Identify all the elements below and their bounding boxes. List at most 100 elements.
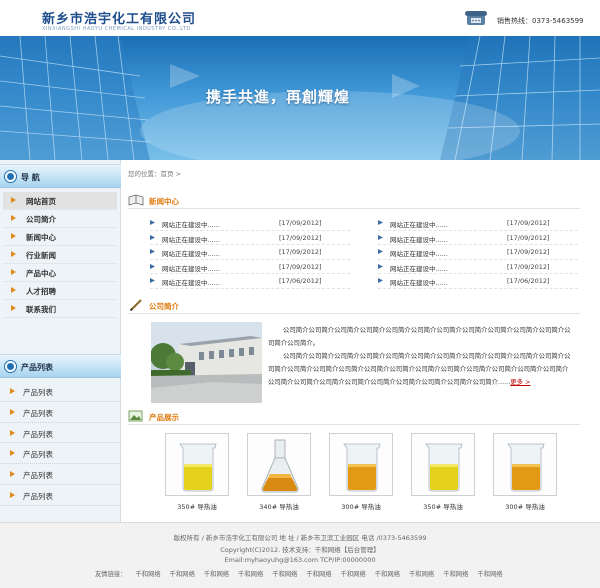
small-arrow-icon bbox=[378, 278, 383, 284]
small-arrow-icon bbox=[378, 249, 383, 255]
friend-link[interactable]: 千和网络 bbox=[306, 571, 331, 578]
product-list-label: 产品列表 bbox=[23, 491, 53, 501]
news-item[interactable]: 网站正在建设中...... [17/09/2012] bbox=[378, 260, 578, 275]
product-card[interactable]: 340# 导热油 bbox=[247, 433, 311, 511]
friend-link[interactable]: 千和网络 bbox=[238, 571, 263, 578]
company-logo-name[interactable]: 新乡市浩宇化工有限公司 bbox=[42, 8, 196, 27]
sidebar-item-products[interactable]: 产品中心 bbox=[3, 264, 117, 282]
product-list-label: 产品列表 bbox=[23, 388, 53, 397]
arrow-right-icon bbox=[11, 287, 16, 293]
small-arrow-icon bbox=[150, 220, 155, 225]
sales-hotline: 销售热线：0373-5463599 bbox=[497, 17, 584, 25]
picture-icon bbox=[128, 410, 143, 422]
about-section-title[interactable]: 公司简介 bbox=[149, 301, 179, 312]
products-section-title[interactable]: 产品展示 bbox=[149, 412, 179, 423]
product-card[interactable]: 350# 导热油 bbox=[165, 433, 229, 511]
friend-link[interactable]: 千和网络 bbox=[170, 571, 195, 578]
arrow-right-icon bbox=[10, 408, 15, 415]
news-section-title[interactable]: 新闻中心 bbox=[149, 196, 179, 207]
product-image-flask[interactable] bbox=[247, 433, 311, 496]
small-arrow-icon bbox=[150, 249, 155, 255]
news-title: 网站正在建设中...... bbox=[162, 279, 220, 288]
product-list-item[interactable]: 产品列表 bbox=[0, 485, 121, 506]
more-link[interactable]: 更多 > bbox=[510, 378, 530, 386]
product-section-header: 产品列表 bbox=[0, 354, 121, 378]
news-date: [17/09/2012] bbox=[279, 262, 322, 271]
product-section-title: 产品列表 bbox=[21, 363, 53, 372]
news-date: [17/09/2012] bbox=[279, 219, 322, 227]
product-list-label: 产品列表 bbox=[23, 429, 53, 439]
sidebar-item-news[interactable]: 新闻中心 bbox=[3, 228, 117, 246]
product-list-label: 产品列表 bbox=[23, 450, 53, 460]
product-image-beaker[interactable] bbox=[165, 433, 229, 496]
products-section-header: 产品展示 bbox=[128, 409, 580, 425]
friend-link[interactable]: 千和网络 bbox=[135, 571, 160, 578]
footer-tech-support[interactable]: Copyright(C)2012. 技术支持：千和网络【后台管理】 bbox=[0, 544, 600, 554]
friend-link[interactable]: 千和网络 bbox=[443, 571, 468, 578]
product-name[interactable]: 340# 导热油 bbox=[247, 501, 311, 511]
friend-link[interactable]: 千和网络 bbox=[341, 571, 366, 578]
product-card[interactable]: 300# 导热油 bbox=[493, 433, 557, 511]
news-title: 网站正在建设中...... bbox=[162, 235, 220, 244]
product-list-item[interactable]: 产品列表 bbox=[0, 464, 121, 485]
arrow-right-icon bbox=[11, 233, 16, 239]
nav-section-title: 导 航 bbox=[21, 173, 40, 182]
sidebar-item-careers[interactable]: 人才招聘 bbox=[3, 282, 117, 300]
breadcrumb[interactable]: 您的位置：首页 > bbox=[128, 168, 181, 178]
product-image-beaker[interactable] bbox=[411, 433, 475, 496]
pen-icon bbox=[130, 299, 142, 311]
news-item[interactable]: 网站正在建设中...... [17/09/2012] bbox=[150, 231, 350, 246]
news-item[interactable]: 网站正在建设中...... [17/06/2012] bbox=[150, 274, 350, 289]
news-item[interactable]: 网站正在建设中...... [17/09/2012] bbox=[150, 216, 350, 231]
sidebar-item-about[interactable]: 公司简介 bbox=[3, 210, 117, 228]
nav-label: 行业新闻 bbox=[26, 251, 56, 260]
arrow-right-icon bbox=[11, 197, 16, 203]
product-image-beaker[interactable] bbox=[493, 433, 557, 496]
product-name[interactable]: 350# 导热油 bbox=[165, 501, 229, 511]
circle-bullet-icon bbox=[5, 171, 16, 182]
small-arrow-icon bbox=[378, 220, 383, 225]
friend-link[interactable]: 千和网络 bbox=[409, 571, 434, 578]
product-card[interactable]: 350# 导热油 bbox=[411, 433, 475, 511]
friend-links-label: 友情链接： bbox=[95, 571, 127, 578]
friend-link[interactable]: 千和网络 bbox=[204, 571, 229, 578]
nav-section-header: 导 航 bbox=[0, 164, 121, 188]
friend-link[interactable]: 千和网络 bbox=[375, 571, 400, 578]
small-arrow-icon bbox=[378, 234, 383, 240]
product-list-item[interactable]: 产品列表 bbox=[0, 423, 121, 444]
product-name[interactable]: 300# 导热油 bbox=[493, 501, 557, 511]
about-paragraph-2: 公司简介公司简介公司简介公司简介公司简介公司简介公司简介公司简介公司简介公司简介… bbox=[268, 350, 574, 389]
arrow-right-icon bbox=[11, 305, 16, 311]
nav-label: 新闻中心 bbox=[26, 233, 56, 242]
news-date: [17/09/2012] bbox=[507, 219, 550, 227]
product-image-beaker[interactable] bbox=[329, 433, 393, 496]
sidebar-item-contact[interactable]: 联系我们 bbox=[3, 300, 117, 318]
news-date: [17/09/2012] bbox=[279, 248, 322, 257]
news-item[interactable]: 网站正在建设中...... [17/09/2012] bbox=[378, 245, 578, 260]
product-name[interactable]: 300# 导热油 bbox=[329, 501, 393, 511]
news-item[interactable]: 网站正在建设中...... [17/09/2012] bbox=[150, 260, 350, 275]
product-list-item[interactable]: 产品列表 bbox=[0, 443, 121, 465]
news-item[interactable]: 网站正在建设中...... [17/09/2012] bbox=[378, 231, 578, 246]
news-date: [17/09/2012] bbox=[507, 233, 550, 242]
main-nav: 网站首页 公司简介 新闻中心 行业新闻 产品中心 人才招聘 联系我们 bbox=[3, 192, 117, 318]
product-name[interactable]: 350# 导热油 bbox=[411, 501, 475, 511]
news-item[interactable]: 网站正在建设中...... [17/09/2012] bbox=[378, 216, 578, 231]
sidebar-item-home[interactable]: 网站首页 bbox=[3, 192, 117, 210]
news-title: 网站正在建设中...... bbox=[162, 250, 220, 259]
news-item[interactable]: 网站正在建设中...... [17/06/2012] bbox=[378, 274, 578, 289]
news-item[interactable]: 网站正在建设中...... [17/09/2012] bbox=[150, 245, 350, 260]
news-list-left: 网站正在建设中...... [17/09/2012] 网站正在建设中...... [… bbox=[150, 216, 350, 289]
friend-link[interactable]: 千和网络 bbox=[477, 571, 502, 578]
product-list-item[interactable]: 产品列表 bbox=[0, 402, 121, 423]
arrow-right-icon bbox=[10, 491, 15, 498]
arrow-right-icon bbox=[11, 269, 16, 275]
product-card[interactable]: 300# 导热油 bbox=[329, 433, 393, 511]
nav-label: 产品中心 bbox=[26, 269, 56, 278]
footer-email: Email:myhaoyuhg@163.com TCP/IP:00000000 bbox=[224, 556, 376, 564]
friend-link[interactable]: 千和网络 bbox=[272, 571, 297, 578]
news-title: 网站正在建设中...... bbox=[390, 221, 448, 229]
sidebar-item-industry-news[interactable]: 行业新闻 bbox=[3, 246, 117, 264]
product-list-item[interactable]: 产品列表 bbox=[0, 381, 121, 402]
arrow-right-icon bbox=[11, 251, 16, 257]
